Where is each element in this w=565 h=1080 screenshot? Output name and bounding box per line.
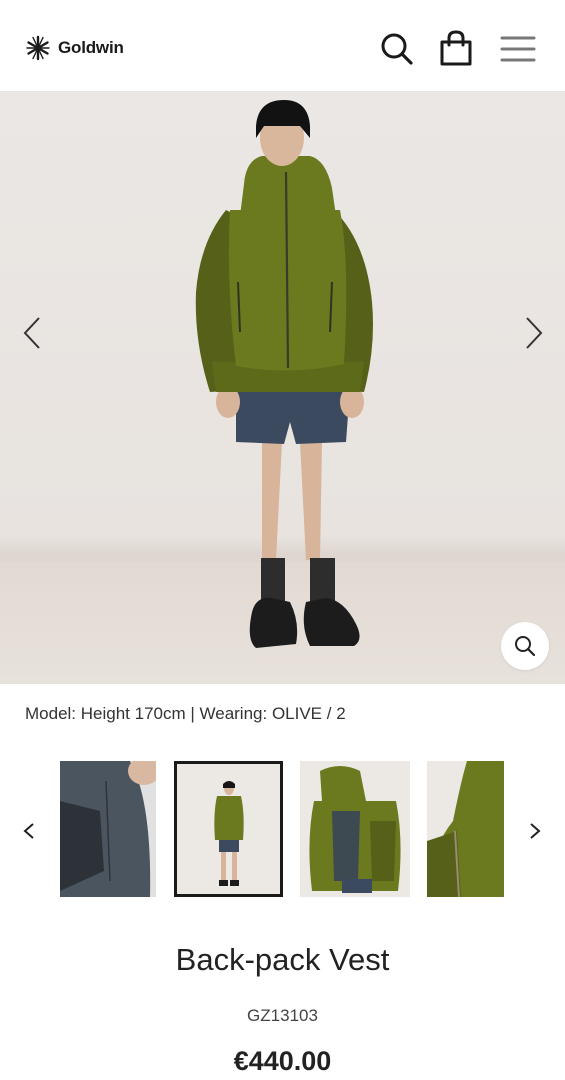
brand-logo[interactable]: Goldwin [24,34,124,62]
thumbnail-next-button[interactable] [518,814,552,848]
thumbnail-image-sleeve [60,761,156,897]
thumbnail-1[interactable] [60,761,156,897]
site-header: Goldwin [0,0,565,92]
model-caption: Model: Height 170cm | Wearing: OLIVE / 2 [25,704,346,723]
chevron-left-icon [23,317,40,349]
thumbnail-image-full-front [177,764,280,894]
search-icon[interactable] [378,30,414,66]
hero-prev-button[interactable] [12,313,52,353]
brand-name: Goldwin [58,38,124,57]
zoom-button[interactable] [501,622,549,670]
product-hero-image[interactable] [0,92,565,684]
thumbnail-image-hood-detail [427,761,504,897]
thumbnail-image-back-view [300,761,410,897]
model-figure [195,100,373,648]
hero-next-button[interactable] [514,313,554,353]
goldwin-logo-icon [26,35,50,61]
thumbnail-3[interactable] [300,761,410,897]
thumbnail-prev-button[interactable] [12,814,46,848]
zoom-search-icon [515,636,536,657]
chevron-right-icon [526,317,543,349]
product-price: €440.00 [233,1046,332,1076]
product-title: Back-pack Vest [175,942,390,977]
chevron-right-icon [530,823,541,839]
product-code: GZ13103 [247,1006,318,1025]
chevron-left-icon [23,823,34,839]
thumbnail-4[interactable] [427,761,504,897]
hamburger-menu-icon[interactable] [500,30,536,66]
thumbnail-2-selected[interactable] [174,761,283,897]
shopping-bag-icon[interactable] [438,30,474,66]
